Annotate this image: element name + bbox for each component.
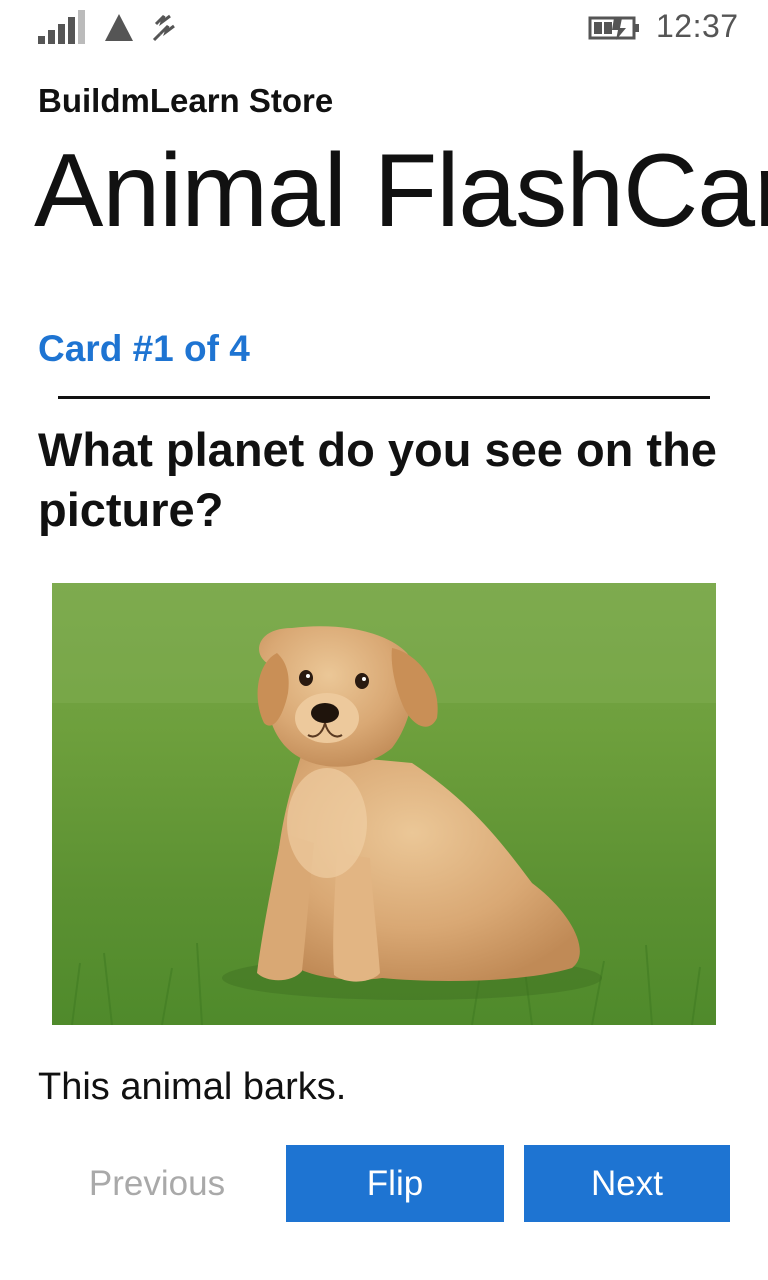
- divider: [58, 396, 710, 399]
- previous-button[interactable]: Previous: [48, 1145, 266, 1222]
- network-triangle-icon: [105, 14, 133, 41]
- card-answer: This animal barks.: [38, 1066, 347, 1108]
- status-bar: 12:37: [0, 0, 768, 56]
- app-name: BuildmLearn Store: [38, 82, 334, 119]
- page-title: Animal FlashCards: [34, 133, 768, 249]
- next-button[interactable]: Next: [524, 1145, 730, 1222]
- signal-strength-icon: [38, 10, 85, 44]
- battery-charging-icon: [588, 16, 639, 40]
- data-sync-icon: [152, 14, 175, 42]
- card-question: What planet do you see on the picture?: [38, 423, 717, 536]
- status-clock: 12:37: [656, 8, 739, 44]
- puppy-photo: [52, 583, 716, 1025]
- app-screen: 12:37 BuildmLearn Store Animal FlashCard…: [0, 0, 768, 1280]
- flip-button[interactable]: Flip: [286, 1145, 504, 1222]
- card-counter: Card #1 of 4: [38, 328, 250, 369]
